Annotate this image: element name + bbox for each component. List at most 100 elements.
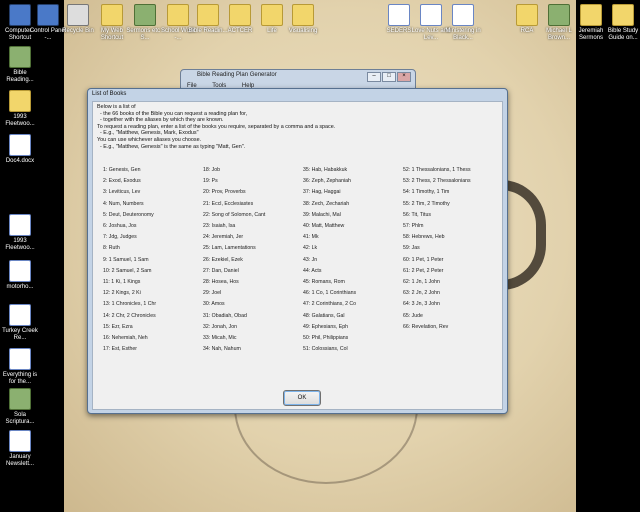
desktop-icon-label: Ministering in Black... (445, 28, 481, 41)
book-entry: 5: Deut, Deuteronomy (103, 211, 154, 218)
mp3-icon (452, 4, 474, 26)
dialog-title: List of Books (92, 91, 127, 97)
book-entry: 57: Phlm (403, 223, 424, 229)
book-entry: 52: 1 Thessalonians, 1 Thess (403, 167, 471, 173)
desktop-icon-motorho[interactable]: motorho... (0, 260, 40, 291)
desktop-icon-fleetwood2[interactable]: 1993 Fleetwoo... (0, 214, 40, 252)
desktop-icon-label: Bible Study Guide on... (607, 28, 639, 41)
doc-icon (420, 4, 442, 26)
doc-icon (9, 260, 31, 282)
desktop-icon-bible-study[interactable]: Bible Study Guide on... (603, 4, 640, 42)
book-entry: 56: Tit, Titus (403, 211, 431, 218)
desktop-icon-label: 1993 Fleetwoo... (5, 238, 35, 251)
folder-icon (101, 4, 123, 26)
desktop-icon-label: Sola Scriptura... (5, 412, 35, 425)
desktop-icon-label: motorho... (6, 284, 34, 290)
folder-icon (229, 4, 251, 26)
doc-icon (9, 430, 31, 452)
folder-icon (167, 4, 189, 26)
book-entry: 43: Jn (303, 256, 318, 263)
book-entry: 48: Galatians, Gal (303, 312, 345, 319)
desktop-icon-ministering[interactable]: Ministering in Black... (443, 4, 483, 42)
book-entry: 13: 1 Chronicles, 1 Chr (103, 301, 157, 308)
maximize-button[interactable]: □ (382, 72, 396, 82)
app-icon (67, 4, 89, 26)
folder-icon (612, 4, 634, 26)
book-entry: 26: Ezekiel, Ezek (203, 256, 243, 263)
book-entry: 46: 1 Co, 1 Corinthians (303, 290, 357, 297)
book-entry: 64: 3 Jn, 3 John (403, 301, 440, 308)
book-entry: 20: Prov, Proverbs (203, 189, 246, 196)
book-entry: 39: Malachi, Mal (303, 211, 341, 218)
book-entry: 41: Mk (303, 234, 319, 241)
folder-icon (292, 4, 314, 26)
folder-icon (580, 4, 602, 26)
desktop-icon-sola[interactable]: Sola Scriptura... (0, 388, 40, 426)
book-entry: 36: Zeph, Zephaniah (303, 178, 351, 185)
mp3-icon (388, 4, 410, 26)
book-entry: 19: Ps (203, 178, 218, 185)
desktop-icon-label: 1993 Fleetwoo... (5, 114, 35, 127)
book-entry: 33: Micah, Mic (203, 335, 237, 341)
book-entry: 21: Eccl, Ecclesiastes (203, 200, 254, 207)
book-entry: 34: Nah, Nahum (203, 346, 241, 353)
main-window-title: Bible Reading Plan Generator (197, 72, 277, 78)
desktop-icon-doc4[interactable]: Doc4.docx (0, 134, 40, 165)
book-entry: 32: Jonah, Jon (203, 323, 238, 330)
img-icon (9, 46, 31, 68)
desktop-icon-january[interactable]: January Newslett... (0, 430, 40, 468)
book-entry: 29: Joel (203, 290, 222, 297)
close-button[interactable]: × (397, 72, 411, 82)
book-entry: 60: 1 Pet, 1 Peter (403, 256, 444, 263)
book-entry: 59: Jas (403, 245, 420, 252)
book-entry: 49: Ephesians, Eph (303, 323, 348, 330)
book-entry: 62: 1 Jn, 1 John (403, 279, 440, 285)
dialog-body: Below is a list of - the 66 books of the… (92, 101, 503, 410)
book-entry: 28: Hosea, Hos (203, 279, 239, 285)
book-entry: 23: Isaiah, Isa (203, 223, 236, 229)
pc-icon (37, 4, 59, 26)
desktop-icon-visualising[interactable]: Visualising (283, 4, 323, 35)
desktop-icon-label: Visualising (288, 28, 318, 34)
book-entry: 65: Jude (403, 312, 423, 319)
desktop-icon-label: Turkey Creek Re... (2, 328, 38, 341)
dialog-intro-text: Below is a list of - the 66 books of the… (97, 104, 336, 150)
book-entry: 2: Exod, Exodus (103, 178, 141, 185)
book-entry: 47: 2 Corinthians, 2 Co (303, 301, 357, 308)
book-entry: 22: Song of Solomon, Cant (203, 211, 266, 218)
book-entry: 9: 1 Samuel, 1 Sam (103, 256, 149, 263)
book-entry: 31: Obadiah, Obad (203, 312, 247, 319)
ok-button[interactable]: OK (283, 390, 321, 406)
book-entry: 54: 1 Timothy, 1 Tim (403, 189, 450, 196)
book-entry: 6: Joshua, Jos (103, 223, 137, 229)
book-entry: 10: 2 Samuel, 2 Sam (103, 267, 152, 274)
folder-icon (197, 4, 219, 26)
book-entry: 58: Hebrews, Heb (403, 234, 445, 241)
desktop-icon-bible-reading-left[interactable]: Bible Reading... (0, 46, 40, 84)
book-entry: 42: Lk (303, 245, 318, 252)
folder-icon (261, 4, 283, 26)
desktop-icon-everything[interactable]: Everything is for the... (0, 348, 40, 386)
book-entry: 25: Lam, Lamentations (203, 245, 256, 252)
book-entry: 35: Hab, Habakkuk (303, 167, 348, 173)
desktop-icon-fleetwood1[interactable]: 1993 Fleetwoo... (0, 90, 40, 128)
img-icon (548, 4, 570, 26)
book-entry: 7: Jdg, Judges (103, 234, 137, 241)
minimize-button[interactable]: – (367, 72, 381, 82)
folder-icon (516, 4, 538, 26)
folder-icon (9, 90, 31, 112)
desktop-icon-label: Doc4.docx (5, 158, 35, 164)
book-entry: 51: Colossians, Col (303, 346, 348, 353)
book-entry: 24: Jeremiah, Jer (203, 234, 244, 241)
book-entry: 66: Revelation, Rev (403, 323, 449, 330)
book-entry: 16: Nehemiah, Neh (103, 335, 148, 341)
book-entry: 15: Ezr, Ezra (103, 323, 133, 330)
desktop-icon-label: Bible Reading... (6, 70, 34, 83)
book-entry: 50: Phil, Philippians (303, 335, 349, 341)
desktop-icon-label: Everything is for the... (2, 372, 38, 385)
book-entry: 44: Acts (303, 267, 322, 274)
desktop-icon-turkey[interactable]: Turkey Creek Re... (0, 304, 40, 342)
book-entry: 27: Dan, Daniel (203, 267, 239, 274)
doc-icon (9, 134, 31, 156)
book-entry: 53: 2 Thess, 2 Thessalonians (403, 178, 471, 185)
